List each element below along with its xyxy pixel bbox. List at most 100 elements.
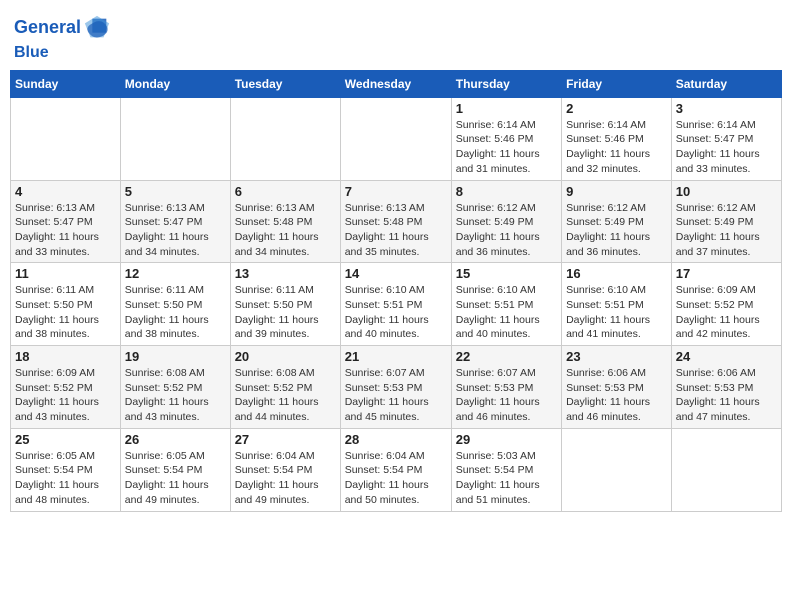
logo-icon bbox=[83, 14, 111, 42]
calendar-cell: 11 Sunrise: 6:11 AM Sunset: 5:50 PM Dayli… bbox=[11, 263, 121, 346]
day-number: 16 bbox=[566, 266, 667, 281]
day-header-saturday: Saturday bbox=[671, 70, 781, 97]
day-header-wednesday: Wednesday bbox=[340, 70, 451, 97]
day-info: Sunrise: 6:06 AM Sunset: 5:53 PM Dayligh… bbox=[566, 366, 667, 425]
day-number: 4 bbox=[15, 184, 116, 199]
day-number: 8 bbox=[456, 184, 557, 199]
calendar-cell: 28 Sunrise: 6:04 AM Sunset: 5:54 PM Dayli… bbox=[340, 428, 451, 511]
day-info: Sunrise: 6:09 AM Sunset: 5:52 PM Dayligh… bbox=[676, 283, 777, 342]
logo: General Blue bbox=[14, 14, 111, 62]
day-number: 29 bbox=[456, 432, 557, 447]
page-header: General Blue bbox=[10, 10, 782, 62]
calendar-cell: 17 Sunrise: 6:09 AM Sunset: 5:52 PM Dayli… bbox=[671, 263, 781, 346]
calendar-cell: 7 Sunrise: 6:13 AM Sunset: 5:48 PM Daylig… bbox=[340, 180, 451, 263]
day-number: 26 bbox=[125, 432, 226, 447]
day-info: Sunrise: 6:13 AM Sunset: 5:48 PM Dayligh… bbox=[345, 201, 447, 260]
calendar-cell: 2 Sunrise: 6:14 AM Sunset: 5:46 PM Daylig… bbox=[562, 97, 672, 180]
calendar-cell bbox=[120, 97, 230, 180]
day-header-thursday: Thursday bbox=[451, 70, 561, 97]
calendar-cell bbox=[562, 428, 672, 511]
calendar-cell bbox=[11, 97, 121, 180]
calendar-cell bbox=[340, 97, 451, 180]
day-number: 2 bbox=[566, 101, 667, 116]
day-info: Sunrise: 6:10 AM Sunset: 5:51 PM Dayligh… bbox=[566, 283, 667, 342]
calendar-header: SundayMondayTuesdayWednesdayThursdayFrid… bbox=[11, 70, 782, 97]
calendar-week-1: 1 Sunrise: 6:14 AM Sunset: 5:46 PM Daylig… bbox=[11, 97, 782, 180]
calendar-cell: 4 Sunrise: 6:13 AM Sunset: 5:47 PM Daylig… bbox=[11, 180, 121, 263]
calendar-cell: 19 Sunrise: 6:08 AM Sunset: 5:52 PM Dayli… bbox=[120, 346, 230, 429]
day-number: 28 bbox=[345, 432, 447, 447]
day-info: Sunrise: 6:09 AM Sunset: 5:52 PM Dayligh… bbox=[15, 366, 116, 425]
logo-blue-text: Blue bbox=[14, 42, 111, 62]
day-info: Sunrise: 6:05 AM Sunset: 5:54 PM Dayligh… bbox=[15, 449, 116, 508]
calendar-cell: 6 Sunrise: 6:13 AM Sunset: 5:48 PM Daylig… bbox=[230, 180, 340, 263]
day-info: Sunrise: 6:08 AM Sunset: 5:52 PM Dayligh… bbox=[125, 366, 226, 425]
day-number: 15 bbox=[456, 266, 557, 281]
calendar-cell: 8Sunrise: 6:12 AM Sunset: 5:49 PM Daylig… bbox=[451, 180, 561, 263]
day-info: Sunrise: 6:06 AM Sunset: 5:53 PM Dayligh… bbox=[676, 366, 777, 425]
calendar-week-3: 11 Sunrise: 6:11 AM Sunset: 5:50 PM Dayli… bbox=[11, 263, 782, 346]
logo-text: General bbox=[14, 18, 81, 38]
day-number: 6 bbox=[235, 184, 336, 199]
day-info: Sunrise: 6:14 AM Sunset: 5:46 PM Dayligh… bbox=[456, 118, 557, 177]
day-info: Sunrise: 5:03 AM Sunset: 5:54 PM Dayligh… bbox=[456, 449, 557, 508]
day-info: Sunrise: 6:07 AM Sunset: 5:53 PM Dayligh… bbox=[345, 366, 447, 425]
calendar-cell: 20 Sunrise: 6:08 AM Sunset: 5:52 PM Dayli… bbox=[230, 346, 340, 429]
calendar-cell bbox=[671, 428, 781, 511]
day-number: 11 bbox=[15, 266, 116, 281]
day-number: 13 bbox=[235, 266, 336, 281]
calendar-cell: 21 Sunrise: 6:07 AM Sunset: 5:53 PM Dayli… bbox=[340, 346, 451, 429]
day-info: Sunrise: 6:10 AM Sunset: 5:51 PM Dayligh… bbox=[456, 283, 557, 342]
calendar-table: SundayMondayTuesdayWednesdayThursdayFrid… bbox=[10, 70, 782, 512]
calendar-week-4: 18 Sunrise: 6:09 AM Sunset: 5:52 PM Dayli… bbox=[11, 346, 782, 429]
calendar-cell: 25 Sunrise: 6:05 AM Sunset: 5:54 PM Dayli… bbox=[11, 428, 121, 511]
day-info: Sunrise: 6:13 AM Sunset: 5:48 PM Dayligh… bbox=[235, 201, 336, 260]
day-number: 18 bbox=[15, 349, 116, 364]
day-info: Sunrise: 6:10 AM Sunset: 5:51 PM Dayligh… bbox=[345, 283, 447, 342]
day-number: 14 bbox=[345, 266, 447, 281]
calendar-cell: 23Sunrise: 6:06 AM Sunset: 5:53 PM Dayli… bbox=[562, 346, 672, 429]
calendar-cell: 18 Sunrise: 6:09 AM Sunset: 5:52 PM Dayli… bbox=[11, 346, 121, 429]
day-info: Sunrise: 6:12 AM Sunset: 5:49 PM Dayligh… bbox=[566, 201, 667, 260]
day-number: 7 bbox=[345, 184, 447, 199]
calendar-cell: 1 Sunrise: 6:14 AM Sunset: 5:46 PM Daylig… bbox=[451, 97, 561, 180]
calendar-week-2: 4 Sunrise: 6:13 AM Sunset: 5:47 PM Daylig… bbox=[11, 180, 782, 263]
day-info: Sunrise: 6:11 AM Sunset: 5:50 PM Dayligh… bbox=[235, 283, 336, 342]
day-number: 3 bbox=[676, 101, 777, 116]
day-header-monday: Monday bbox=[120, 70, 230, 97]
calendar-body: 1 Sunrise: 6:14 AM Sunset: 5:46 PM Daylig… bbox=[11, 97, 782, 511]
day-info: Sunrise: 6:11 AM Sunset: 5:50 PM Dayligh… bbox=[15, 283, 116, 342]
calendar-cell bbox=[230, 97, 340, 180]
day-header-sunday: Sunday bbox=[11, 70, 121, 97]
calendar-cell: 13 Sunrise: 6:11 AM Sunset: 5:50 PM Dayli… bbox=[230, 263, 340, 346]
day-number: 10 bbox=[676, 184, 777, 199]
day-header-tuesday: Tuesday bbox=[230, 70, 340, 97]
calendar-cell: 10Sunrise: 6:12 AM Sunset: 5:49 PM Dayli… bbox=[671, 180, 781, 263]
calendar-cell: 15 Sunrise: 6:10 AM Sunset: 5:51 PM Dayli… bbox=[451, 263, 561, 346]
day-number: 21 bbox=[345, 349, 447, 364]
day-number: 17 bbox=[676, 266, 777, 281]
day-info: Sunrise: 6:14 AM Sunset: 5:46 PM Dayligh… bbox=[566, 118, 667, 177]
day-info: Sunrise: 6:04 AM Sunset: 5:54 PM Dayligh… bbox=[235, 449, 336, 508]
calendar-cell: 27Sunrise: 6:04 AM Sunset: 5:54 PM Dayli… bbox=[230, 428, 340, 511]
day-number: 20 bbox=[235, 349, 336, 364]
day-info: Sunrise: 6:13 AM Sunset: 5:47 PM Dayligh… bbox=[15, 201, 116, 260]
calendar-cell: 3 Sunrise: 6:14 AM Sunset: 5:47 PM Daylig… bbox=[671, 97, 781, 180]
day-info: Sunrise: 6:14 AM Sunset: 5:47 PM Dayligh… bbox=[676, 118, 777, 177]
calendar-cell: 16 Sunrise: 6:10 AM Sunset: 5:51 PM Dayli… bbox=[562, 263, 672, 346]
day-number: 5 bbox=[125, 184, 226, 199]
day-number: 19 bbox=[125, 349, 226, 364]
calendar-week-5: 25 Sunrise: 6:05 AM Sunset: 5:54 PM Dayli… bbox=[11, 428, 782, 511]
day-number: 25 bbox=[15, 432, 116, 447]
day-number: 1 bbox=[456, 101, 557, 116]
day-info: Sunrise: 6:05 AM Sunset: 5:54 PM Dayligh… bbox=[125, 449, 226, 508]
day-number: 12 bbox=[125, 266, 226, 281]
calendar-cell: 12Sunrise: 6:11 AM Sunset: 5:50 PM Dayli… bbox=[120, 263, 230, 346]
day-info: Sunrise: 6:07 AM Sunset: 5:53 PM Dayligh… bbox=[456, 366, 557, 425]
day-info: Sunrise: 6:04 AM Sunset: 5:54 PM Dayligh… bbox=[345, 449, 447, 508]
day-info: Sunrise: 6:08 AM Sunset: 5:52 PM Dayligh… bbox=[235, 366, 336, 425]
day-header-friday: Friday bbox=[562, 70, 672, 97]
calendar-cell: 24Sunrise: 6:06 AM Sunset: 5:53 PM Dayli… bbox=[671, 346, 781, 429]
calendar-cell: 14 Sunrise: 6:10 AM Sunset: 5:51 PM Dayli… bbox=[340, 263, 451, 346]
calendar-cell: 26 Sunrise: 6:05 AM Sunset: 5:54 PM Dayli… bbox=[120, 428, 230, 511]
